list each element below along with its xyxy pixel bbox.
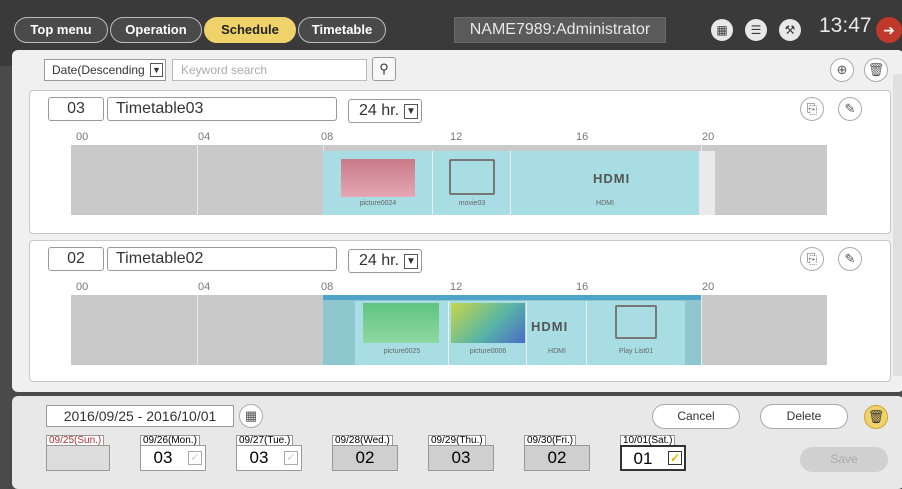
timeline-item[interactable]: picture0025	[355, 301, 449, 365]
chevron-down-icon: ▼	[150, 63, 163, 77]
copy-icon[interactable]: ⎘	[800, 97, 824, 121]
edit-icon[interactable]: ✎	[838, 247, 862, 271]
timeline-track: picture0025 picture0006 HDMI HDMI Play L…	[71, 295, 827, 365]
image-thumbnail	[451, 303, 525, 343]
item-caption: movie03	[458, 200, 486, 207]
timeline-bar	[323, 295, 701, 300]
search-icon: ⚲	[379, 61, 389, 76]
hour-tick: 12	[450, 131, 463, 143]
item-caption: picture0006	[469, 348, 507, 355]
calendar-icon[interactable]: ▦	[711, 19, 733, 41]
calendar-icon[interactable]: ▦	[239, 404, 263, 428]
playlist-icon	[615, 305, 657, 339]
timeline-item[interactable]: Play List01	[587, 301, 685, 365]
chevron-down-icon: ▼	[404, 254, 418, 269]
search-button[interactable]: ⚲	[372, 57, 396, 81]
logout-icon[interactable]: ➜	[876, 17, 902, 43]
add-icon[interactable]: ⊕	[830, 58, 854, 82]
item-caption: HDMI	[548, 348, 566, 355]
hour-tick: 16	[576, 281, 589, 293]
search-input[interactable]: Keyword search	[172, 59, 367, 81]
tab-top-menu[interactable]: Top menu	[14, 17, 108, 43]
hours-select[interactable]: 24 hr. ▼	[348, 99, 422, 123]
hours-select[interactable]: 24 hr. ▼	[348, 249, 422, 273]
timeline-item[interactable]: HDMI HDMI	[511, 151, 699, 215]
tab-schedule[interactable]: Schedule	[204, 17, 296, 43]
hour-tick: 12	[450, 281, 463, 293]
scrollbar[interactable]	[893, 74, 902, 376]
user-name: NAME7989:Administrator	[454, 17, 666, 43]
hour-tick: 00	[76, 281, 89, 293]
checkbox[interactable]: ✓	[188, 451, 202, 465]
day-value: 03	[428, 445, 494, 471]
wrench-icon[interactable]: ⚒	[779, 19, 801, 41]
list-icon[interactable]: ☰	[745, 19, 767, 41]
edit-icon[interactable]: ✎	[838, 97, 862, 121]
item-caption: picture0024	[359, 200, 397, 207]
save-button[interactable]: Save	[800, 447, 888, 472]
hdmi-icon: HDMI	[531, 319, 569, 334]
chevron-down-icon: ▼	[404, 104, 418, 119]
clock: 13:47	[819, 14, 872, 37]
copy-icon[interactable]: ⎘	[800, 247, 824, 271]
tab-timetable[interactable]: Timetable	[298, 17, 386, 43]
delete-button[interactable]: Delete	[760, 404, 848, 429]
timeline-item[interactable]: HDMI HDMI	[527, 301, 587, 365]
item-caption: Play List01	[618, 348, 654, 355]
trash-icon[interactable]: 🗑	[864, 405, 888, 429]
item-caption: picture0025	[383, 348, 421, 355]
timetable-name: Timetable03	[107, 97, 337, 121]
cancel-button[interactable]: Cancel	[652, 404, 740, 429]
hour-tick: 04	[198, 281, 211, 293]
day-value: 02	[332, 445, 398, 471]
timetable-panel: 03 Timetable03 24 hr. ▼ ⎘ ✎ 00 04 08 12 1…	[29, 90, 891, 234]
checkbox-checked[interactable]: ✓	[668, 451, 682, 465]
day-value: 02	[524, 445, 590, 471]
sort-select[interactable]: Date(Descending ▼	[44, 59, 166, 81]
trash-icon[interactable]: 🗑	[864, 58, 888, 82]
timetable-panel: 02 Timetable02 24 hr. ▼ ⎘ ✎ 00 04 08 12 1…	[29, 240, 891, 382]
image-thumbnail	[363, 303, 439, 343]
hour-tick: 08	[321, 281, 334, 293]
timetable-name: Timetable02	[107, 247, 337, 271]
tab-operation[interactable]: Operation	[110, 17, 202, 43]
image-thumbnail	[341, 159, 415, 197]
hour-tick: 20	[702, 131, 715, 143]
hour-tick: 16	[576, 131, 589, 143]
hour-tick: 20	[702, 281, 715, 293]
checkbox[interactable]: ✓	[284, 451, 298, 465]
timeline-item[interactable]: movie03	[433, 151, 511, 215]
item-caption: HDMI	[596, 200, 614, 207]
timeline-item[interactable]: picture0024	[323, 151, 433, 215]
hdmi-icon: HDMI	[593, 171, 631, 186]
timeline-track: picture0024 movie03 HDMI HDMI	[71, 145, 827, 215]
hour-tick: 04	[198, 131, 211, 143]
timetable-number: 03	[48, 97, 104, 121]
day-value	[46, 445, 110, 471]
date-range: 2016/09/25 - 2016/10/01	[46, 405, 234, 427]
timetable-number: 02	[48, 247, 104, 271]
timeline-item[interactable]: picture0006	[449, 301, 527, 365]
hour-tick: 00	[76, 131, 89, 143]
hour-tick: 08	[321, 131, 334, 143]
film-icon	[449, 159, 495, 195]
